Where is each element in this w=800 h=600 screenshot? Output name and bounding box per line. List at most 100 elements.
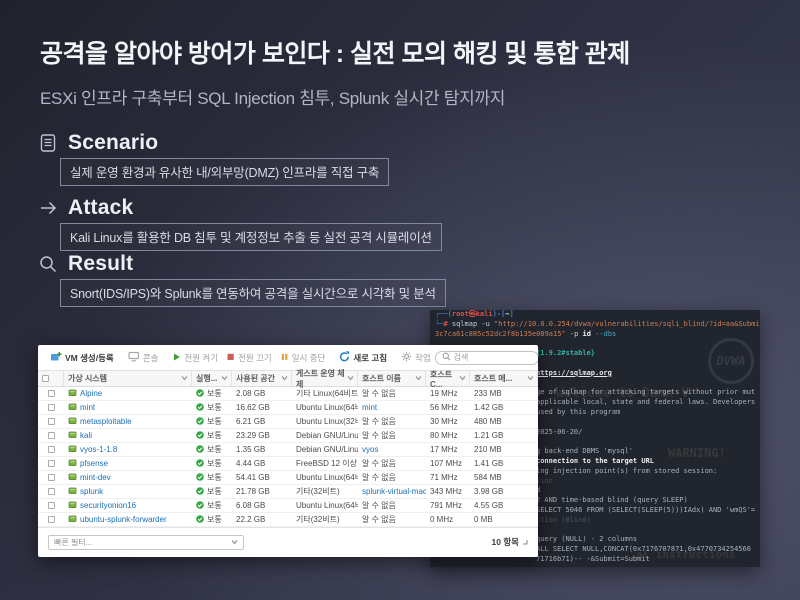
toolbar-actions-button[interactable]: 작업 [401, 351, 431, 364]
terminal-line: ┌──(root㉿kali)-[~] [430, 310, 760, 320]
column-header-6[interactable]: 호스트 메... [470, 371, 538, 386]
terminal-line: 3c7ca61c885c52dc2f8b135e089a15" -p id --… [430, 330, 760, 340]
section-scenario-description: 실제 운영 환경과 유사한 내/외부망(DMZ) 인프라를 직접 구축 [60, 158, 389, 186]
column-header-5[interactable]: 호스트 C... [426, 371, 470, 386]
host-mem: 233 MB [470, 387, 538, 400]
toolbar-power-off-button[interactable]: 전원 끄기 [226, 352, 272, 364]
power-on-icon [172, 352, 181, 364]
column-header-2[interactable]: 사용된 공간 [232, 371, 292, 386]
vm-table-body: Alpine보통2.08 GB기타 Linux(64비트)알 수 없음19 MH… [38, 387, 538, 527]
vm-table-row[interactable]: ubuntu-splunk-forwarder보통22.2 GB기타(32비트)… [38, 513, 538, 527]
vm-table-row[interactable]: pfsense보통4.44 GBFreeBSD 12 이상 ...알 수 없음1… [38, 457, 538, 471]
section-heading: Attack [68, 196, 133, 220]
select-all-checkbox[interactable] [42, 375, 49, 382]
vm-table-row[interactable]: splunk보통21.78 GB기타(32비트)splunk-virtual-m… [38, 485, 538, 499]
status-label: 보통 [207, 472, 222, 483]
vm-table-footer: 빠른 필터... 10 항목 [38, 527, 538, 556]
status-label: 보통 [207, 486, 222, 497]
vm-icon [68, 388, 77, 399]
status-label: 보통 [207, 416, 222, 427]
toolbar-label: 전원 켜기 [184, 352, 218, 364]
quick-filter-label: 빠른 필터... [54, 537, 92, 548]
chevron-down-icon [415, 374, 422, 383]
status-label: 보통 [207, 500, 222, 511]
vm-table-row[interactable]: mint보통16.62 GBUbuntu Linux(64비...mint56 … [38, 401, 538, 415]
guest-os: Debian GNU/Linux... [292, 443, 358, 456]
refresh-icon [339, 351, 350, 364]
host-cpu: 107 MHz [426, 457, 470, 470]
host-name-link[interactable]: splunk-virtual-mac... [358, 485, 426, 498]
status-ok-icon [196, 487, 204, 497]
host-name: 알 수 없음 [358, 387, 426, 400]
console-icon [128, 351, 140, 364]
toolbar-vm-add-button[interactable]: VM 생성/등록 [50, 351, 114, 364]
column-header-0[interactable]: 가상 시스템 [64, 371, 192, 386]
actions-icon [401, 351, 412, 364]
toolbar-refresh-button[interactable]: 새로 고침 [339, 351, 387, 364]
row-checkbox[interactable] [48, 474, 55, 481]
section-result-description: Snort(IDS/IPS)와 Splunk를 연동하여 공격을 실시간으로 시… [60, 279, 446, 307]
vm-name-link[interactable]: mint-dev [80, 473, 111, 482]
section-scenario: Scenario [38, 131, 158, 155]
vm-name-link[interactable]: splunk [80, 487, 103, 496]
quick-filter-dropdown[interactable]: 빠른 필터... [48, 535, 244, 550]
toolbar-console-button[interactable]: 콘솔 [128, 351, 159, 364]
vm-icon [68, 500, 77, 511]
host-name-link[interactable]: mint [358, 401, 426, 414]
vm-table-row[interactable]: vyos-1-1.8보통1.35 GBDebian GNU/Linux...vy… [38, 443, 538, 457]
vm-table-row[interactable]: kali보통23.29 GBDebian GNU/Linux...알 수 없음8… [38, 429, 538, 443]
row-checkbox[interactable] [48, 502, 55, 509]
vm-table-row[interactable]: Alpine보통2.08 GB기타 Linux(64비트)알 수 없음19 MH… [38, 387, 538, 401]
vm-icon [68, 416, 77, 427]
vm-name-link[interactable]: vyos-1-1.8 [80, 445, 117, 454]
row-checkbox[interactable] [48, 460, 55, 467]
used-space: 22.2 GB [232, 513, 292, 526]
row-checkbox[interactable] [48, 446, 55, 453]
toolbar-label: 전원 끄기 [238, 352, 272, 364]
vm-name-link[interactable]: metasploitable [80, 417, 132, 426]
host-cpu: 71 MHz [426, 471, 470, 484]
vm-icon [68, 444, 77, 455]
vm-name-link[interactable]: kali [80, 431, 92, 440]
toolbar-power-on-button[interactable]: 전원 켜기 [172, 352, 218, 364]
vm-table-row[interactable]: metasploitable보통6.21 GBUbuntu Linux(32비.… [38, 415, 538, 429]
guest-os: FreeBSD 12 이상 ... [292, 457, 358, 470]
host-name-link[interactable]: vyos [358, 443, 426, 456]
vm-table-row[interactable]: mint-dev보통54.41 GBUbuntu Linux(64비...알 수… [38, 471, 538, 485]
toolbar-suspend-button[interactable]: 일시 중단 [280, 352, 326, 364]
toolbar-label: 콘솔 [143, 352, 159, 364]
document-icon [38, 133, 58, 153]
row-checkbox[interactable] [48, 432, 55, 439]
used-space: 54.41 GB [232, 471, 292, 484]
vm-name-link[interactable]: ubuntu-splunk-forwarder [80, 515, 167, 524]
row-checkbox[interactable] [48, 390, 55, 397]
host-mem: 480 MB [470, 415, 538, 428]
guest-os: 기타(32비트) [292, 513, 358, 526]
row-checkbox[interactable] [48, 404, 55, 411]
header-select-all[interactable] [38, 371, 64, 386]
host-mem: 1.42 GB [470, 401, 538, 414]
toolbar-label: 작업 [415, 352, 431, 364]
column-header-3[interactable]: 게스트 운영 체제 [292, 371, 358, 386]
esxi-vm-list-window: VM 생성/등록 콘솔 전원 켜기 전원 끄기 일시 중단 새로 고침 작업 가상 시스템실… [38, 345, 538, 557]
host-name: 알 수 없음 [358, 513, 426, 526]
vm-search-box[interactable] [435, 351, 538, 365]
row-checkbox[interactable] [48, 488, 55, 495]
status-label: 보통 [207, 458, 222, 469]
used-space: 6.08 GB [232, 499, 292, 512]
vm-name-link[interactable]: Alpine [80, 389, 102, 398]
vm-search-input[interactable] [454, 353, 534, 362]
vm-icon [68, 514, 77, 525]
vm-table-row[interactable]: securityonion16보통6.08 GBUbuntu Linux(64비… [38, 499, 538, 513]
column-header-1[interactable]: 실행... [192, 371, 232, 386]
column-header-4[interactable]: 호스트 이름 [358, 371, 426, 386]
status-ok-icon [196, 515, 204, 525]
guest-os: Debian GNU/Linux... [292, 429, 358, 442]
vm-icon [68, 430, 77, 441]
vm-name-link[interactable]: pfsense [80, 459, 108, 468]
row-checkbox[interactable] [48, 418, 55, 425]
used-space: 16.62 GB [232, 401, 292, 414]
vm-name-link[interactable]: securityonion16 [80, 501, 136, 510]
vm-name-link[interactable]: mint [80, 403, 95, 412]
row-checkbox[interactable] [48, 516, 55, 523]
